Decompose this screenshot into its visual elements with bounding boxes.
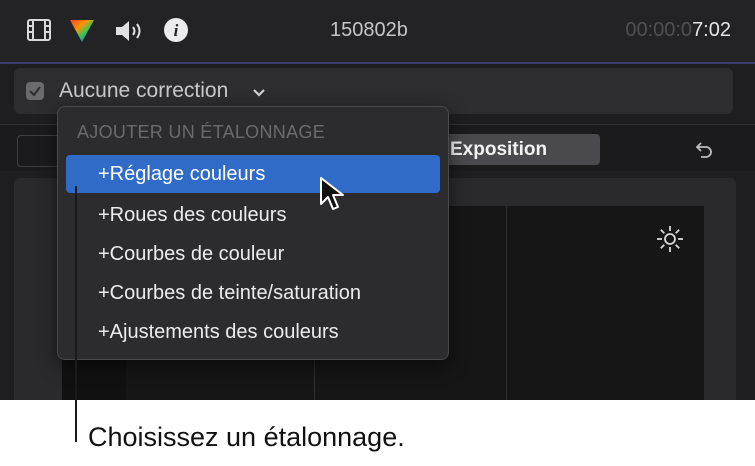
reset-icon[interactable]	[692, 139, 714, 166]
exposure-sun-icon	[656, 225, 684, 258]
clip-name: 150802b	[330, 19, 408, 41]
menu-item-color-curves[interactable]: +Courbes de couleur	[66, 235, 440, 273]
divider	[506, 206, 507, 400]
menu-header: AJOUTER UN ÉTALONNAGE	[77, 122, 325, 142]
timecode: 00:00:07:02	[625, 19, 731, 42]
mouse-pointer-icon	[319, 176, 347, 219]
callout-line	[75, 186, 77, 442]
timecode-value: 7:02	[692, 19, 731, 41]
timecode-leading: 00:00:0	[625, 19, 693, 41]
menu-item-hue-saturation-curves[interactable]: +Courbes de teinte/saturation	[66, 274, 440, 312]
menu-item-color-wheels[interactable]: +Roues des couleurs	[66, 196, 440, 234]
info-icon[interactable]: i	[163, 17, 189, 48]
speaker-icon[interactable]	[114, 19, 146, 48]
color-triangle-icon[interactable]	[68, 18, 96, 49]
add-correction-menu: AJOUTER UN ÉTALONNAGE +Réglage couleurs …	[57, 106, 449, 360]
app-window: i 150802b 00:00:07:02 Aucune correction …	[0, 0, 755, 400]
toolbar: i 150802b 00:00:07:02	[0, 0, 755, 64]
menu-item-color-board[interactable]: +Réglage couleurs	[66, 155, 440, 193]
chevron-down-icon[interactable]	[252, 85, 266, 103]
tab-exposition-label: Exposition	[450, 139, 548, 160]
correction-popup-label[interactable]: Aucune correction	[59, 79, 228, 103]
checkmark-icon	[29, 86, 41, 97]
correction-enable-checkbox[interactable]	[26, 82, 44, 100]
svg-text:i: i	[174, 21, 179, 40]
callout-caption: Choisissez un étalonnage.	[88, 422, 405, 452]
film-strip-icon[interactable]	[26, 17, 52, 48]
menu-item-color-adjustments[interactable]: +Ajustements des couleurs	[66, 313, 440, 351]
